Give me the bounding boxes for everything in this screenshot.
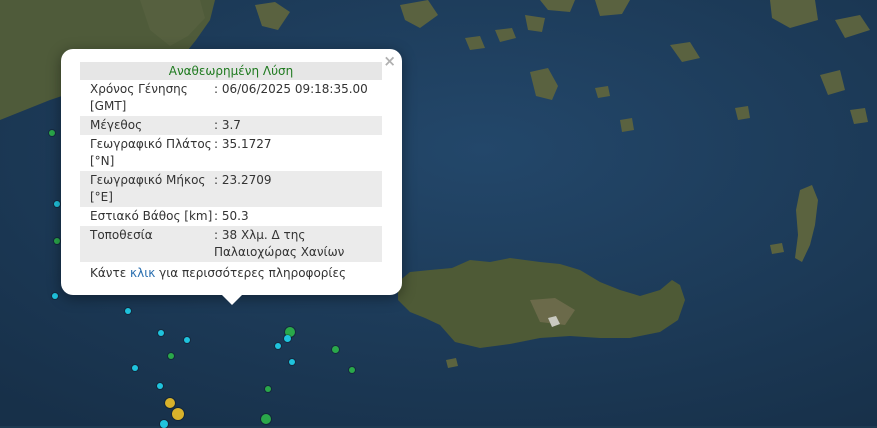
latitude-label: Γεωγραφικό Πλάτος [°N]: [90, 137, 212, 168]
table-row: Γεωγραφικό Μήκος [°E] : 23.2709: [80, 171, 382, 207]
table-row: Εστιακό Βάθος [km] : 50.3: [80, 207, 382, 226]
depth-label: Εστιακό Βάθος [km]: [90, 209, 213, 223]
longitude-value: : 23.2709: [214, 171, 382, 207]
earthquake-marker[interactable]: [157, 383, 163, 389]
earthquake-marker[interactable]: [283, 334, 291, 342]
depth-value: : 50.3: [214, 209, 249, 223]
earthquake-marker[interactable]: [125, 308, 131, 314]
magnitude-value: : 3.7: [214, 116, 382, 135]
table-row: Μέγεθος : 3.7: [80, 116, 382, 135]
earthquake-marker[interactable]: [275, 343, 281, 349]
location-label: Τοποθεσία: [80, 226, 214, 262]
earthquake-marker[interactable]: [54, 201, 60, 207]
earthquake-info-popup: × Αναθεωρημένη Λύση Χρόνος Γένησης [GMT]…: [61, 49, 402, 295]
more-info-link[interactable]: κλικ: [130, 266, 155, 280]
close-icon[interactable]: ×: [383, 52, 396, 70]
earthquake-marker[interactable]: [165, 398, 175, 408]
location-value: : 38 Χλμ. Δ της Παλαιοχώρας Χανίων: [214, 226, 382, 262]
popup-content: Αναθεωρημένη Λύση Χρόνος Γένησης [GMT] :…: [80, 62, 382, 282]
earthquake-marker[interactable]: [265, 386, 271, 392]
popup-title: Αναθεωρημένη Λύση: [80, 62, 382, 80]
earthquake-marker[interactable]: [52, 293, 58, 299]
earthquake-marker[interactable]: [158, 330, 164, 336]
magnitude-label: Μέγεθος: [80, 116, 214, 135]
earthquake-marker[interactable]: [289, 359, 295, 365]
earthquake-marker[interactable]: [132, 365, 138, 371]
origin-time-label: Χρόνος Γένησης [GMT]: [90, 82, 188, 113]
more-info-prefix: Κάντε: [90, 266, 131, 280]
earthquake-marker[interactable]: [160, 420, 168, 428]
origin-time-value: : 06/06/2025 09:18:35.00: [214, 82, 368, 96]
info-table: Χρόνος Γένησης [GMT] : 06/06/2025 09:18:…: [80, 80, 382, 262]
table-row: Γεωγραφικό Πλάτος [°N] : 35.1727: [80, 135, 382, 171]
earthquake-marker[interactable]: [184, 337, 190, 343]
earthquake-marker[interactable]: [172, 408, 184, 420]
latitude-value: : 35.1727: [214, 137, 272, 151]
more-info-suffix: για περισσότερες πληροφορίες: [155, 266, 346, 280]
table-row: Τοποθεσία : 38 Χλμ. Δ της Παλαιοχώρας Χα…: [80, 226, 382, 262]
earthquake-marker[interactable]: [331, 345, 339, 353]
earthquake-marker[interactable]: [54, 238, 60, 244]
earthquake-marker[interactable]: [261, 414, 271, 424]
more-info-line: Κάντε κλικ για περισσότερες πληροφορίες: [80, 265, 382, 282]
earthquake-marker[interactable]: [168, 353, 174, 359]
earthquake-marker[interactable]: [49, 130, 55, 136]
longitude-label: Γεωγραφικό Μήκος [°E]: [80, 171, 214, 207]
table-row: Χρόνος Γένησης [GMT] : 06/06/2025 09:18:…: [80, 80, 382, 116]
popup-tip: [222, 295, 242, 305]
earthquake-marker[interactable]: [349, 367, 355, 373]
